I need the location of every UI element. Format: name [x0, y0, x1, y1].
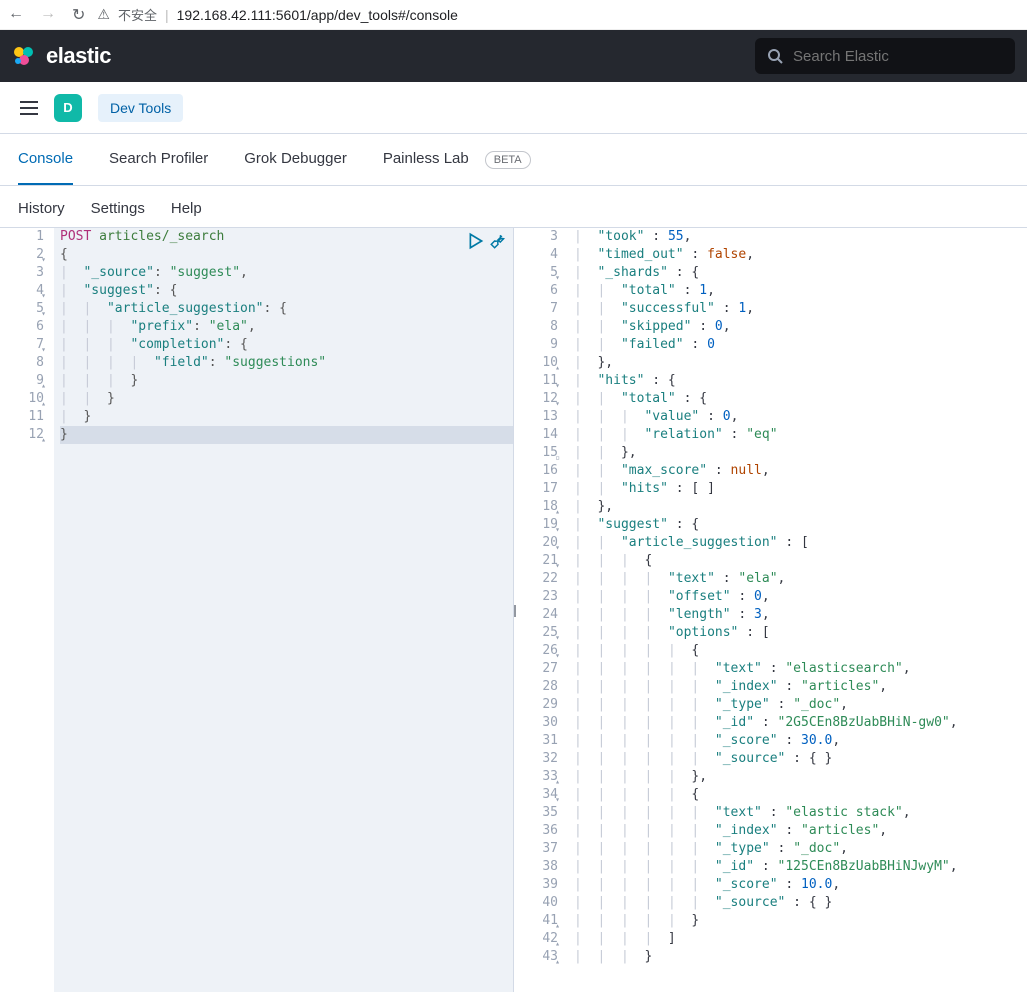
request-actions [467, 232, 507, 250]
subtab-settings[interactable]: Settings [91, 200, 145, 217]
logo[interactable]: elastic [12, 43, 111, 69]
browser-nav: ← → ↻ [8, 5, 85, 25]
tab-painless-lab[interactable]: Painless Lab [383, 134, 469, 185]
breadcrumb[interactable]: Dev Tools [98, 94, 183, 122]
reload-icon[interactable]: ↻ [72, 5, 85, 25]
beta-badge: BETA [485, 151, 531, 169]
browser-bar: ← → ↻ ⚠ 不安全 | 192.168.42.111:5601/app/de… [0, 0, 1027, 30]
insecure-label: 不安全 [118, 5, 157, 24]
url-area[interactable]: ⚠ 不安全 | 192.168.42.111:5601/app/dev_tool… [97, 5, 458, 24]
forward-icon[interactable]: → [40, 5, 56, 25]
url-text: 192.168.42.111:5601/app/dev_tools#/conso… [177, 7, 458, 23]
response-pane[interactable]: 345▾678910▴11▾12▾131415▫161718▴19▾20▾21▾… [514, 228, 1027, 992]
search-input[interactable] [793, 48, 993, 65]
response-gutter: 345▾678910▴11▾12▾131415▫161718▴19▾20▾21▾… [514, 228, 568, 992]
wrench-icon[interactable] [489, 232, 507, 250]
back-icon[interactable]: ← [8, 5, 24, 25]
request-editor[interactable]: POST articles/_search{| "_source": "sugg… [54, 228, 513, 992]
logo-text: elastic [46, 43, 111, 69]
dev-tools-tabs: Console Search Profiler Grok Debugger Pa… [0, 134, 1027, 186]
tab-grok-debugger[interactable]: Grok Debugger [244, 134, 347, 185]
url-separator: | [165, 7, 169, 23]
app-header: D Dev Tools [0, 82, 1027, 134]
console-panes: 12▾34▾5▾67▾89▴10▴1112▴ POST articles/_se… [0, 227, 1027, 992]
console-subtabs: History Settings Help [0, 186, 1027, 227]
space-badge[interactable]: D [54, 94, 82, 122]
subtab-history[interactable]: History [18, 200, 65, 217]
menu-icon[interactable] [20, 101, 38, 115]
request-pane[interactable]: 12▾34▾5▾67▾89▴10▴1112▴ POST articles/_se… [0, 228, 514, 992]
global-search[interactable] [755, 38, 1015, 74]
warning-icon: ⚠ [97, 6, 110, 23]
play-icon[interactable] [467, 232, 485, 250]
tab-search-profiler[interactable]: Search Profiler [109, 134, 208, 185]
search-icon [767, 48, 783, 64]
tab-console[interactable]: Console [18, 134, 73, 185]
response-viewer: | "took" : 55,| "timed_out" : false,| "_… [568, 228, 1027, 992]
subtab-help[interactable]: Help [171, 200, 202, 217]
elastic-logo-icon [12, 44, 36, 68]
global-header: elastic [0, 30, 1027, 82]
request-gutter: 12▾34▾5▾67▾89▴10▴1112▴ [0, 228, 54, 992]
